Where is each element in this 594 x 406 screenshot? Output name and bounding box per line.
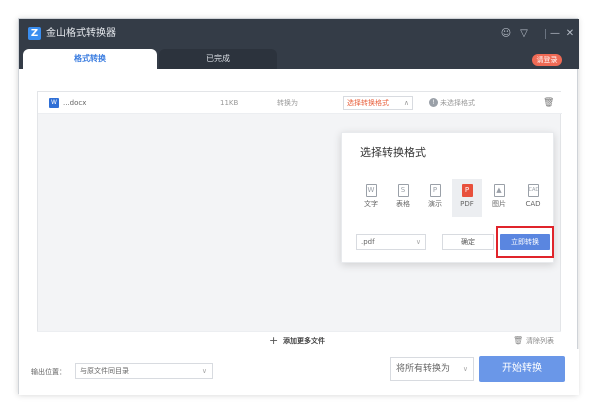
format-option-pdf[interactable]: P PDF xyxy=(452,179,482,217)
clear-list-button[interactable]: 清除列表 xyxy=(526,335,554,347)
output-location-label: 输出位置： xyxy=(31,368,66,376)
convert-to-label: 转换为 xyxy=(277,99,298,107)
sheet-format-icon: S xyxy=(397,184,409,197)
app-logo-icon: Z xyxy=(28,27,41,40)
start-convert-button[interactable]: 开始转换 xyxy=(479,356,565,382)
format-label: 文字 xyxy=(364,200,378,208)
file-list-panel: W ...docx 11KB 转换为 选择转换格式 ∧ ! 未选择格式 🗑 选择… xyxy=(37,91,562,339)
app-title: 金山格式转换器 xyxy=(46,28,116,39)
format-label: 表格 xyxy=(396,200,410,208)
footer-bar: 输出位置： 与原文件同目录 ∨ 将所有转换为 ∨ 开始转换 xyxy=(19,349,579,395)
convert-now-button[interactable]: 立即转换 xyxy=(500,234,550,250)
confirm-button[interactable]: 确定 xyxy=(442,234,494,250)
format-status: 未选择格式 xyxy=(440,99,475,107)
format-label: 图片 xyxy=(492,200,506,208)
format-popup: 选择转换格式 W 文字 S 表格 P 演示 P PDF ▲ 图片 CAD CAD… xyxy=(341,132,554,263)
file-name: ...docx xyxy=(63,99,87,107)
popup-title: 选择转换格式 xyxy=(360,146,426,159)
format-select-label: 选择转换格式 xyxy=(347,99,389,107)
chevron-down-icon: ∨ xyxy=(415,238,421,246)
format-option-cad[interactable]: CAD CAD xyxy=(518,179,548,217)
image-format-icon: ▲ xyxy=(493,184,505,197)
format-option-sheet[interactable]: S 表格 xyxy=(388,179,418,217)
word-format-icon: W xyxy=(365,184,377,197)
feedback-icon[interactable]: ☺ xyxy=(500,27,512,40)
extension-select[interactable]: .pdf ∨ xyxy=(356,234,426,250)
pdf-format-icon: P xyxy=(461,184,473,197)
cad-format-icon: CAD xyxy=(527,184,539,197)
menu-dropdown-icon[interactable]: ▽ xyxy=(518,27,530,40)
titlebar-divider xyxy=(545,29,546,39)
word-file-icon: W xyxy=(49,98,59,108)
tab-format-convert[interactable]: 格式转换 xyxy=(23,49,157,69)
format-label: PDF xyxy=(460,200,474,208)
format-option-slides[interactable]: P 演示 xyxy=(420,179,450,217)
format-label: 演示 xyxy=(428,200,442,208)
delete-icon[interactable]: 🗑 xyxy=(543,97,554,109)
close-icon[interactable]: ✕ xyxy=(564,27,576,40)
format-select[interactable]: 选择转换格式 ∧ xyxy=(343,96,413,110)
format-label: CAD xyxy=(525,200,541,208)
file-row[interactable]: W ...docx 11KB 转换为 选择转换格式 ∧ ! 未选择格式 🗑 xyxy=(38,92,562,114)
chevron-up-icon: ∧ xyxy=(403,99,409,107)
add-more-files-button[interactable]: 添加更多文件 xyxy=(283,335,325,347)
login-button[interactable]: 请登录 xyxy=(532,54,562,66)
output-location-select[interactable]: 与原文件同目录 ∨ xyxy=(75,363,213,379)
extension-value: .pdf xyxy=(361,238,375,246)
chevron-down-icon: ∨ xyxy=(462,365,468,373)
output-location-value: 与原文件同目录 xyxy=(80,367,129,375)
chevron-down-icon: ∨ xyxy=(201,367,207,375)
trash-icon[interactable]: 🗑 xyxy=(513,335,523,347)
tab-completed[interactable]: 已完成 xyxy=(159,49,277,69)
plus-icon[interactable]: + xyxy=(269,334,278,348)
add-files-bar: + 添加更多文件 🗑 清除列表 xyxy=(37,331,561,349)
format-option-image[interactable]: ▲ 图片 xyxy=(484,179,514,217)
info-icon: ! xyxy=(429,98,438,107)
title-bar: Z 金山格式转换器 ☺ ▽ — ✕ 请登录 格式转换 已完成 xyxy=(19,19,579,69)
format-option-text[interactable]: W 文字 xyxy=(356,179,386,217)
minimize-icon[interactable]: — xyxy=(549,27,561,40)
app-window: Z 金山格式转换器 ☺ ▽ — ✕ 请登录 格式转换 已完成 W ...docx… xyxy=(18,18,579,395)
convert-all-select[interactable]: 将所有转换为 ∨ xyxy=(390,357,474,381)
convert-all-label: 将所有转换为 xyxy=(396,364,451,374)
slides-format-icon: P xyxy=(429,184,441,197)
file-size: 11KB xyxy=(220,99,239,107)
